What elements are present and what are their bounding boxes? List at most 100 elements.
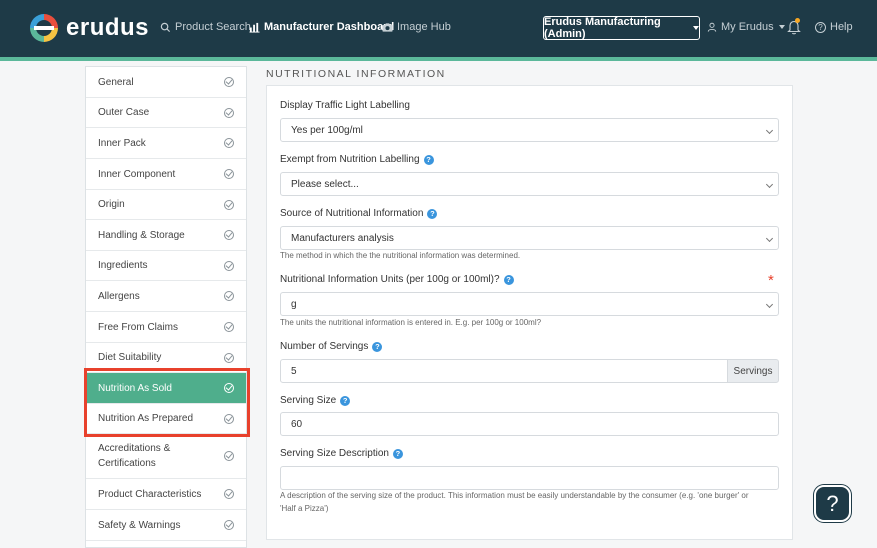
check-circle-icon — [224, 413, 234, 424]
sidebar-item-label: Nutrition As Sold — [98, 382, 172, 394]
sidebar-item-label: Inner Pack — [98, 137, 146, 149]
source-label: Source of Nutritional Information ? — [280, 208, 438, 219]
source-label-text: Source of Nutritional Information — [280, 208, 424, 219]
serving-size-label: Serving Size ? — [280, 395, 351, 406]
logo-text: erudus — [66, 14, 150, 41]
question-circle-icon: ? — [815, 21, 826, 33]
sidebar-item-nutrition-as-sold[interactable]: Nutrition As Sold — [86, 373, 246, 404]
sidebar-item-ingredients[interactable]: Ingredients — [86, 251, 246, 281]
serving-desc-hint: A description of the serving size of the… — [280, 489, 749, 515]
sidebar-item-general[interactable]: General — [86, 67, 246, 98]
serving-desc-label: Serving Size Description ? — [280, 448, 403, 459]
nav-product-search-label: Product Search — [175, 21, 251, 33]
sidebar-item-label: Outer Case — [98, 107, 150, 118]
source-hint: The method in which the the nutritional … — [280, 251, 521, 260]
sidebar-item-label: Free From Claims — [98, 321, 179, 333]
nav-image-hub-label: Image Hub — [397, 21, 451, 33]
help-link[interactable]: ? Help — [815, 21, 853, 33]
sidebar-item-label-line2: Certifications — [98, 458, 156, 469]
chevron-down-icon — [765, 180, 774, 189]
sidebar-item-label: Origin — [98, 199, 125, 210]
check-circle-icon — [224, 322, 234, 332]
sidebar-item-safety-warnings[interactable]: Safety & Warnings — [86, 510, 246, 541]
servings-label-text: Number of Servings — [280, 341, 369, 352]
serving-size-value: 60 — [291, 418, 303, 430]
sidebar-item-diet-suitability[interactable]: Diet Suitability — [86, 343, 246, 373]
nav-manufacturer-dashboard-label: Manufacturer Dashboard — [264, 21, 395, 33]
units-label: Nutritional Information Units (per 100g … — [280, 274, 514, 285]
source-select[interactable]: Manufacturers analysis — [280, 226, 779, 250]
check-circle-icon — [224, 489, 234, 499]
section-title: NUTRITIONAL INFORMATION — [266, 68, 446, 80]
sidebar-item-label: Nutrition As Prepared — [98, 413, 194, 424]
chevron-down-icon — [765, 234, 774, 243]
units-label-text: Nutritional Information Units (per 100g … — [280, 274, 500, 285]
check-circle-icon — [224, 520, 234, 530]
info-icon[interactable]: ? — [427, 208, 438, 219]
serving-desc-input[interactable] — [280, 466, 779, 490]
sidebar-item-free-from-claims[interactable]: Free From Claims — [86, 312, 246, 343]
sidebar-item-product-characteristics[interactable]: Product Characteristics — [86, 479, 246, 510]
info-icon[interactable]: ? — [503, 274, 514, 285]
help-chat-button[interactable]: ? — [814, 485, 851, 522]
header-accent-stripe — [0, 57, 877, 61]
exempt-label-text: Exempt from Nutrition Labelling — [280, 154, 420, 165]
traffic-light-value: Yes per 100g/ml — [291, 124, 363, 136]
sidebar-item-inner-component[interactable]: Inner Component — [86, 159, 246, 190]
sidebar-item-handling-storage[interactable]: Handling & Storage — [86, 220, 246, 251]
sidebar-item-outer-case[interactable]: Outer Case — [86, 98, 246, 128]
sidebar-item-label: Allergens — [98, 290, 140, 302]
check-circle-icon — [224, 291, 234, 301]
sidebar-item-inner-pack[interactable]: Inner Pack — [86, 128, 246, 159]
exempt-value: Please select... — [291, 178, 359, 190]
my-erudus-label: My Erudus — [721, 21, 774, 33]
serving-desc-label-text: Serving Size Description — [280, 448, 389, 459]
units-hint: The units the nutritional information is… — [280, 318, 542, 327]
sidebar-item-label: General — [98, 76, 134, 88]
camera-icon — [382, 22, 393, 32]
check-circle-icon — [224, 107, 234, 118]
sidebar-item-allergens[interactable]: Allergens — [86, 281, 246, 312]
sidebar-item-label: Handling & Storage — [98, 229, 185, 241]
my-erudus-menu[interactable]: My Erudus — [707, 21, 785, 33]
nav-manufacturer-dashboard[interactable]: Manufacturer Dashboard — [249, 21, 394, 33]
info-icon[interactable]: ? — [340, 395, 351, 406]
account-switcher-button[interactable]: Erudus Manufacturing (Admin) — [543, 16, 700, 40]
servings-label: Number of Servings ? — [280, 341, 383, 352]
required-asterisk-icon: * — [768, 272, 774, 289]
sidebar-item-label: Safety & Warnings — [98, 519, 181, 531]
units-select[interactable]: g — [280, 292, 779, 316]
sidebar-item-label: Product Characteristics — [98, 488, 202, 500]
info-icon[interactable]: ? — [392, 448, 403, 459]
traffic-light-select[interactable]: Yes per 100g/ml — [280, 118, 779, 142]
sidebar-item-label: Accreditations & — [98, 443, 171, 454]
nav-product-search[interactable]: Product Search — [160, 21, 251, 33]
sidebar-item-nutrition-as-prepared[interactable]: Nutrition As Prepared — [86, 404, 246, 434]
serving-size-input[interactable]: 60 — [280, 412, 779, 436]
traffic-light-label-text: Display Traffic Light Labelling — [280, 100, 410, 111]
units-value: g — [291, 298, 297, 310]
serving-desc-hint-line1: A description of the serving size of the… — [280, 491, 749, 500]
erudus-logo[interactable]: erudus — [30, 14, 149, 42]
logo-icon — [30, 14, 58, 42]
sidebar-item-accreditations[interactable]: Accreditations & Certifications — [86, 434, 246, 479]
serving-desc-hint-line2: 'Half a Pizza') — [280, 504, 329, 513]
dashboard-icon — [249, 22, 260, 33]
exempt-label: Exempt from Nutrition Labelling ? — [280, 154, 434, 165]
check-circle-icon — [224, 383, 234, 393]
servings-input[interactable]: 5 — [280, 359, 728, 383]
sidebar-item-origin[interactable]: Origin — [86, 190, 246, 220]
user-icon — [707, 22, 717, 32]
account-name: Erudus Manufacturing (Admin) — [544, 16, 661, 40]
exempt-select[interactable]: Please select... — [280, 172, 779, 196]
serving-size-label-text: Serving Size — [280, 395, 337, 406]
sidebar-item-label: Diet Suitability — [98, 352, 162, 363]
nav-image-hub[interactable]: Image Hub — [382, 21, 451, 33]
search-icon — [160, 22, 171, 32]
check-circle-icon — [224, 77, 234, 87]
chevron-down-icon — [765, 300, 774, 309]
sidebar-item-label: Ingredients — [98, 260, 148, 271]
info-icon[interactable]: ? — [423, 154, 434, 165]
info-icon[interactable]: ? — [372, 341, 383, 352]
help-label: Help — [830, 21, 853, 33]
